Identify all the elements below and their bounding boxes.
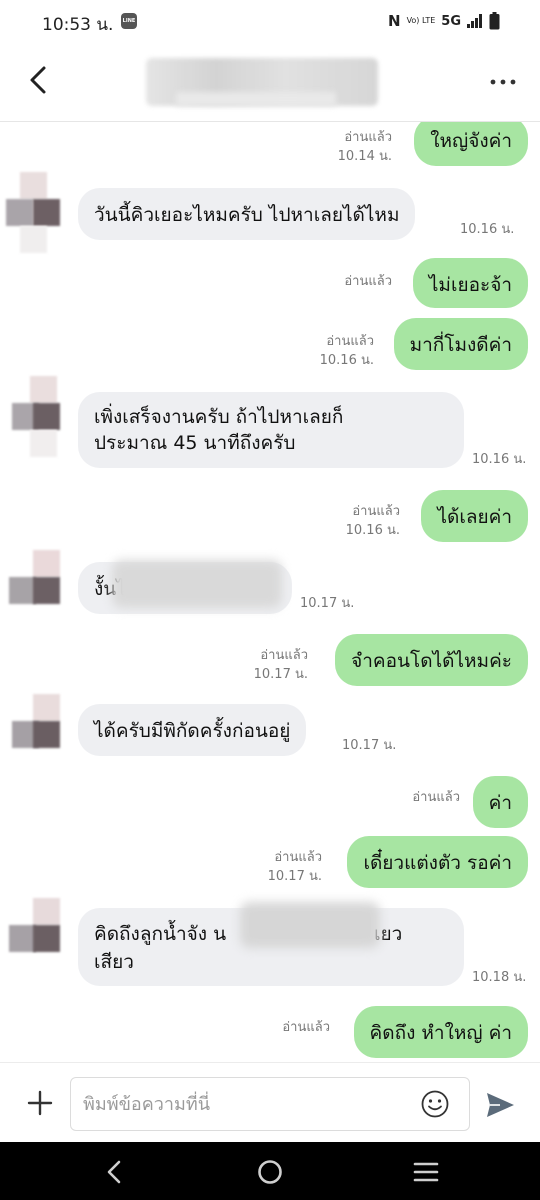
chevron-left-icon[interactable] (20, 62, 56, 98)
volte-icon: Vo) LTE (406, 16, 436, 25)
plus-icon[interactable] (26, 1089, 54, 1117)
message-text: ไม่เยอะจ้า (428, 274, 512, 296)
message-meta: อ่านแล้ว 10.17 น. (254, 646, 308, 684)
message-input-bar (0, 1062, 540, 1142)
message-time: 10.17 น. (253, 667, 308, 682)
message-meta: อ่านแล้ว 10.16 น. (320, 332, 374, 370)
message-text: จำคอนโดได้ไหมค่ะ (351, 650, 512, 672)
message-incoming[interactable]: เพิ่งเสร็จงานครับ ถ้าไปหาเลยก็ ประมาณ 45… (78, 392, 464, 468)
message-text: คิดถึง หำใหญ่ ค่า (369, 1022, 512, 1044)
message-meta: อ่านแล้ว (282, 1018, 330, 1037)
message-outgoing[interactable]: เดี๋ยวแต่งตัว รอค่า (347, 836, 528, 888)
smiley-icon[interactable] (420, 1089, 450, 1119)
status-bar: 10:53 น. LINE N Vo) LTE 5G (0, 0, 540, 44)
message-text: เพิ่งเสร็จงานครับ ถ้าไปหาเลยก็ (94, 406, 344, 428)
system-nav-bar (0, 1142, 540, 1200)
message-time: 10.17 น. (300, 596, 355, 611)
message-incoming[interactable]: วันนี้คิวเยอะไหมครับ ไปหาเลยได้ไหม (78, 188, 416, 240)
message-text: มากี่โมงดีค่า (409, 334, 512, 356)
message-text: คิดถึงลูกน้ำจัง น (94, 923, 227, 945)
message-outgoing[interactable]: ไม่เยอะจ้า (412, 258, 528, 308)
message-incoming[interactable]: ได้ครับมีพิกัดครั้งก่อนอยู่ (78, 704, 307, 756)
message-time: 10.16 น. (345, 523, 400, 538)
message-outgoing[interactable]: คิดถึง หำใหญ่ ค่า (353, 1006, 528, 1058)
read-receipt: อ่านแล้ว (412, 790, 460, 805)
message-text: ใหญ่จังค่า (430, 130, 512, 152)
nfc-icon: N (388, 12, 401, 30)
message-outgoing[interactable]: มากี่โมงดีค่า (393, 318, 528, 370)
signal-icon (467, 14, 482, 28)
redaction-blur (112, 560, 282, 608)
message-meta: อ่านแล้ว (344, 272, 392, 291)
nav-home-icon[interactable] (256, 1158, 284, 1186)
avatar[interactable] (6, 550, 60, 630)
message-meta: อ่านแล้ว 10.17 น. (268, 848, 322, 886)
send-icon[interactable] (484, 1090, 516, 1120)
message-time: 10.17 น. (342, 738, 397, 753)
read-receipt: อ่านแล้ว (344, 274, 392, 289)
message-time: 10.14 น. (337, 149, 392, 164)
message-text: ค่า (488, 792, 512, 814)
message-meta: อ่านแล้ว 10.14 น. (338, 128, 392, 166)
status-time: 10:53 น. (42, 15, 114, 35)
message-text: ได้เลยค่า (437, 506, 512, 528)
network-type: 5G (441, 13, 461, 29)
chat-header (0, 44, 540, 122)
nav-recents-icon[interactable] (412, 1159, 440, 1185)
message-time: 10.18 น. (472, 970, 527, 985)
message-time: 10.16 น. (472, 452, 527, 467)
read-receipt: อ่านแล้ว (326, 334, 374, 349)
battery-icon (489, 12, 500, 30)
read-receipt: อ่านแล้ว (352, 504, 400, 519)
chat-messages[interactable]: ใหญ่จังค่า อ่านแล้ว 10.14 น. วันนี้คิวเย… (0, 122, 540, 1062)
message-meta: อ่านแล้ว 10.16 น. (346, 502, 400, 540)
status-icons: N Vo) LTE 5G (388, 12, 500, 30)
message-text: วันนี้คิวเยอะไหมครับ ไปหาเลยได้ไหม (94, 204, 400, 226)
message-time: 10.17 น. (267, 869, 322, 884)
avatar[interactable] (6, 172, 60, 253)
more-dots-icon[interactable] (488, 70, 518, 94)
message-outgoing[interactable]: ได้เลยค่า (421, 490, 528, 542)
message-text-line2: ประมาณ 45 นาทีถึงครับ (94, 432, 296, 454)
line-notification-icon: LINE (121, 13, 137, 29)
avatar[interactable] (6, 694, 60, 774)
message-text: เดี๋ยวแต่งตัว รอค่า (363, 852, 512, 874)
chat-subtitle-redacted (176, 92, 336, 106)
message-text: ได้ครับมีพิกัดครั้งก่อนอยู่ (94, 720, 291, 742)
avatar[interactable] (6, 376, 60, 457)
message-outgoing[interactable]: จำคอนโดได้ไหมค่ะ (335, 634, 528, 686)
message-outgoing[interactable]: ใหญ่จังค่า (414, 122, 528, 166)
message-time: 10.16 น. (319, 353, 374, 368)
nav-back-icon[interactable] (100, 1158, 128, 1186)
read-receipt: อ่านแล้ว (282, 1020, 330, 1035)
read-receipt: อ่านแล้ว (274, 850, 322, 865)
redaction-blur (240, 902, 380, 948)
message-outgoing[interactable]: ค่า (472, 776, 528, 828)
read-receipt: อ่านแล้ว (344, 130, 392, 145)
message-meta: อ่านแล้ว (412, 788, 460, 807)
avatar[interactable] (6, 898, 60, 978)
message-time: 10.16 น. (460, 222, 515, 237)
message-text-line2: เสียว (94, 951, 134, 973)
read-receipt: อ่านแล้ว (260, 648, 308, 663)
message-input[interactable] (70, 1077, 470, 1131)
